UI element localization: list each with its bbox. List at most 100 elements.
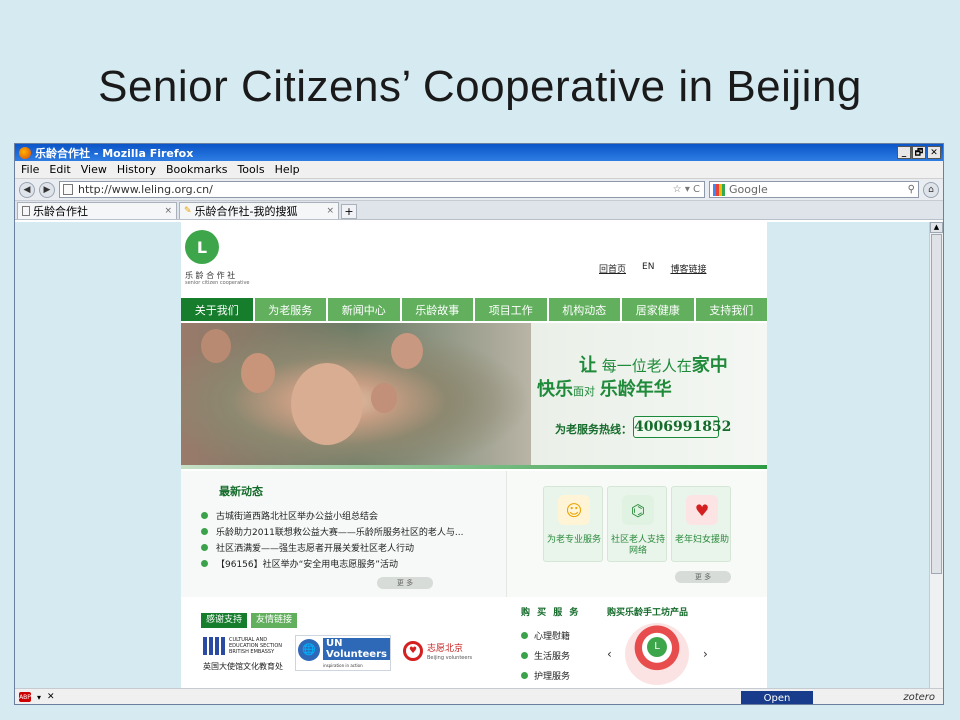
news-item[interactable]: 乐龄助力2011联想救公益大赛——乐龄所服务社区的老人与... [201,523,464,539]
seniors-photo [181,323,531,465]
new-tab-button[interactable]: + [341,204,357,219]
handicraft-product-image[interactable]: L [625,623,689,685]
tab-label: 乐龄合作社-我的搜狐 [194,205,298,218]
english-link[interactable]: EN [642,262,654,275]
face [371,383,397,413]
carousel-next-icon[interactable]: › [703,647,708,661]
restore-button[interactable]: 🗗 [912,146,926,159]
menu-file[interactable]: File [21,163,39,176]
un-volunteers-logo[interactable]: 🌐 UN Volunteers inspiration in action [295,635,391,671]
face [241,353,275,393]
menu-edit[interactable]: Edit [49,163,70,176]
news-item[interactable]: 社区洒满爱——强生志愿者开展关爱社区老人行动 [201,539,464,555]
browser-window: 乐龄合作社 - Mozilla Firefox _ 🗗 ✕ File Edit … [14,143,944,705]
buy-services-heading: 购 买 服 务 [521,608,581,618]
tab-close-icon[interactable]: × [326,206,334,216]
tab-thanks[interactable]: 感谢支持 [201,613,248,628]
back-button[interactable]: ◀ [19,181,35,198]
nav-home-health[interactable]: 居家健康 [622,298,694,321]
tab-leling[interactable]: 乐龄合作社 × [17,202,177,219]
bullet-icon [201,543,208,551]
services-panel: ☺ 为老专业服务 ⌬ 社区老人支持网络 ♥ 老年妇女援助 更 多 [507,471,767,597]
forward-button[interactable]: ▶ [39,181,55,198]
partner-tabs: 感谢支持 友情链接 [201,613,298,628]
face [291,363,363,445]
nav-projects[interactable]: 项目工作 [475,298,547,321]
nav-support-us[interactable]: 支持我们 [695,298,767,321]
bullet-icon [201,559,208,567]
menu-bookmarks[interactable]: Bookmarks [166,163,227,176]
url-text: http://www.leling.org.cn/ [78,183,213,196]
carousel-prev-icon[interactable]: ‹ [607,647,612,661]
url-bar-icons[interactable]: ☆ ▾ C [673,184,704,195]
face [201,329,231,363]
news-more-button[interactable]: 更 多 [377,577,433,589]
status-bar: ABP ▾ ✕ Open zotero [15,688,943,704]
british-council-logo[interactable]: CULTURAL AND EDUCATION SECTION BRITISH E… [203,635,293,671]
tab-close-icon[interactable]: × [164,206,172,216]
search-bar[interactable]: Google ⚲ [709,181,919,198]
bullet-icon [201,527,208,535]
sohu-icon: ✎ [184,206,192,216]
nav-about[interactable]: 关于我们 [181,298,253,321]
news-item[interactable]: 古城街道西路北社区举办公益小组总结会 [201,507,464,523]
status-x-icon[interactable]: ✕ [47,692,55,702]
service-card-professional[interactable]: ☺ 为老专业服务 [543,486,603,562]
slogan-line-2: 快乐面对 乐龄年华 [537,379,672,400]
status-arrow-icon[interactable]: ▾ [37,693,41,702]
title-bar: 乐龄合作社 - Mozilla Firefox _ 🗗 ✕ [15,144,943,161]
banner-divider [181,465,767,469]
blog-link[interactable]: 博客链接 [670,262,706,275]
beijing-volunteers-logo[interactable]: ♥ 志愿北京 Beijing volunteers [401,635,479,671]
bullet-icon [201,511,208,519]
page-icon [63,184,73,195]
menu-history[interactable]: History [117,163,156,176]
window-title: 乐龄合作社 - Mozilla Firefox [35,146,194,160]
search-placeholder: Google [729,183,768,196]
adblock-icon[interactable]: ABP [19,692,31,702]
services-more-button[interactable]: 更 多 [675,571,731,583]
scroll-up-icon[interactable]: ▲ [930,222,943,233]
menu-tools[interactable]: Tools [237,163,264,176]
buy-item[interactable]: 心理慰籍 [521,625,570,645]
menu-help[interactable]: Help [275,163,300,176]
minimize-button[interactable]: _ [897,146,911,159]
hotline-label: 为老服务热线： [555,423,632,436]
url-bar[interactable]: http://www.leling.org.cn/ ☆ ▾ C [59,181,705,198]
vertical-scrollbar[interactable]: ▲ [929,222,943,688]
magnifier-icon[interactable]: ⚲ [908,184,918,195]
home-link[interactable]: 回首页 [599,262,626,275]
nurse-icon: ☺ [558,495,590,525]
close-button[interactable]: ✕ [927,146,941,159]
navigation-toolbar: ◀ ▶ http://www.leling.org.cn/ ☆ ▾ C Goog… [15,179,943,201]
menu-bar: File Edit View History Bookmarks Tools H… [15,161,943,179]
tab-bar: 乐龄合作社 × ✎ 乐龄合作社-我的搜狐 × + [15,201,943,220]
nav-org-updates[interactable]: 机构动态 [548,298,620,321]
tab-friend-links[interactable]: 友情链接 [251,613,298,628]
menu-view[interactable]: View [81,163,107,176]
nav-stories[interactable]: 乐龄故事 [401,298,473,321]
zotero-button[interactable]: zotero [903,692,935,703]
slide-title: Senior Citizens’ Cooperative in Beijing [98,62,862,111]
page-viewport: L 乐 龄 合 作 社 senior citizen cooperative 回… [15,222,929,688]
nav-elder-services[interactable]: 为老服务 [254,298,326,321]
slogan-line-1: 让 每一位老人在家中 [579,355,728,376]
firefox-icon [19,146,31,159]
buy-item[interactable]: 护理服务 [521,665,570,685]
nav-news[interactable]: 新闻中心 [328,298,400,321]
signal-tower-icon: ⌬ [622,495,654,525]
leling-logo[interactable]: L [185,230,219,264]
heart-icon: ♥ [403,641,423,661]
tab-sohu[interactable]: ✎ 乐龄合作社-我的搜狐 × [179,202,339,219]
news-heading: 最新动态 [219,485,263,498]
page-icon [22,206,30,216]
home-button[interactable]: ⌂ [923,181,939,198]
news-item[interactable]: 【96156】社区举办“安全用电志愿服务”活动 [201,555,464,571]
scroll-thumb[interactable] [931,234,942,574]
buy-item[interactable]: 生活服务 [521,645,570,665]
partners-panel: 感谢支持 友情链接 CULTURAL AND EDUCATION SECTION… [181,597,507,688]
service-card-network[interactable]: ⌬ 社区老人支持网络 [607,486,667,562]
service-card-women[interactable]: ♥ 老年妇女援助 [671,486,731,562]
open-button[interactable]: Open [741,691,813,704]
window-controls: _ 🗗 ✕ [897,146,941,159]
